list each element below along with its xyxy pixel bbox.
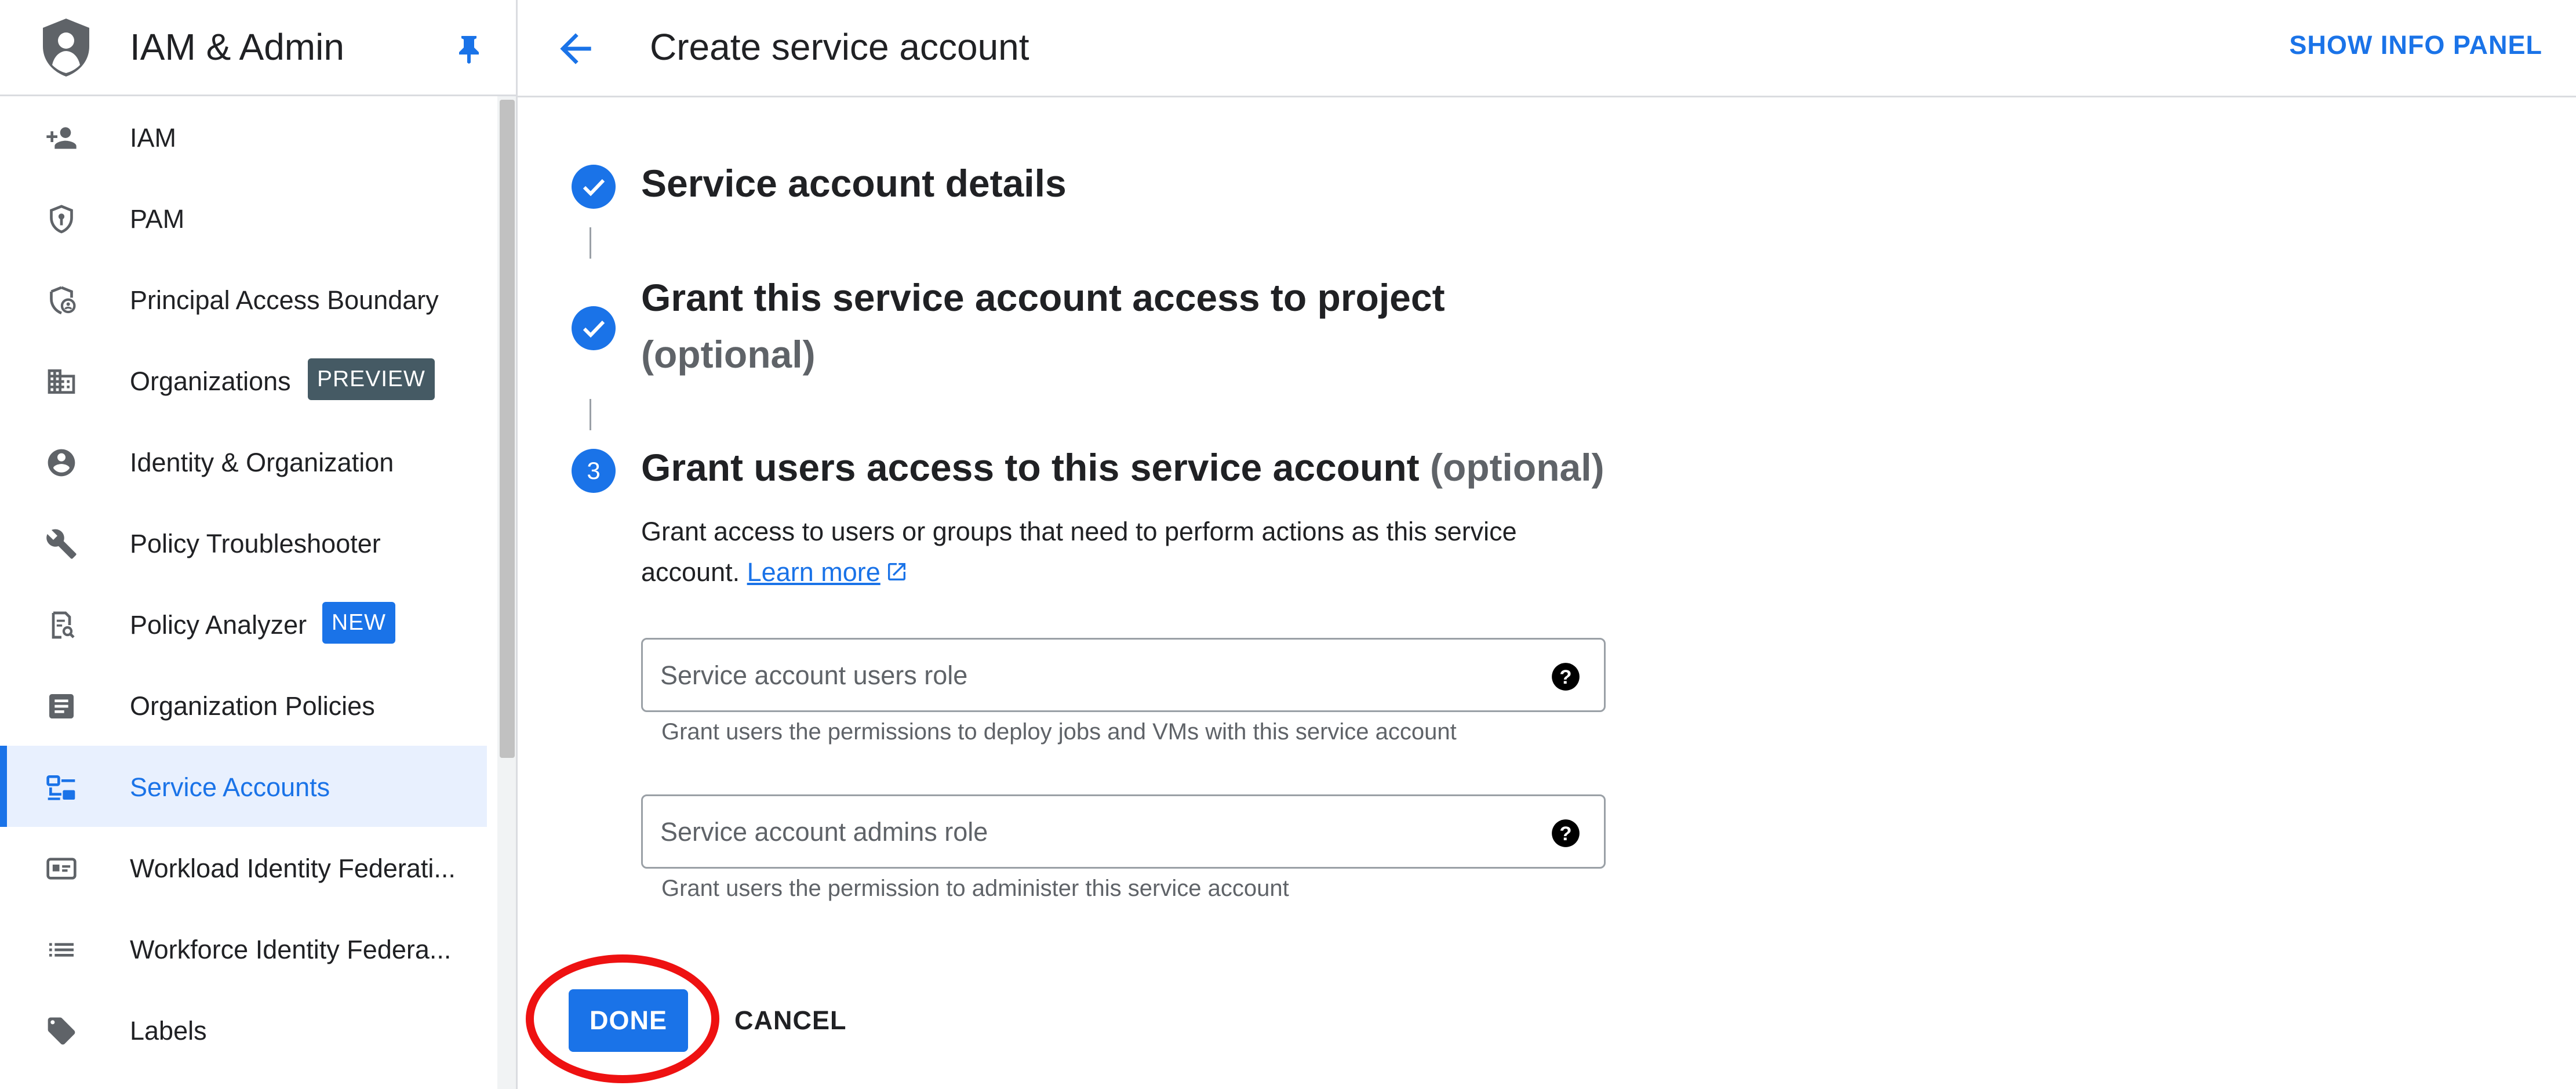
sidebar-item-label: IAM: [130, 123, 177, 153]
sidebar-item-organizations[interactable]: Organizations PREVIEW: [0, 340, 487, 421]
list-document-icon: [45, 690, 78, 723]
sidebar-item-label: Policy Troubleshooter: [130, 529, 381, 558]
admins-role-hint: Grant users the permission to administer…: [661, 876, 1289, 901]
shield-key-icon: [45, 203, 78, 235]
sidebar-item-identity-organization[interactable]: Identity & Organization: [0, 421, 487, 502]
step-2-title[interactable]: Grant this service account access to pro…: [641, 275, 1445, 320]
external-link-icon: [887, 563, 905, 580]
app-title: IAM & Admin: [130, 26, 344, 68]
building-icon: [45, 365, 78, 398]
sidebar-item-policy-analyzer[interactable]: Policy Analyzer NEW: [0, 583, 487, 665]
sidebar-item-label: Organization Policies: [130, 691, 375, 721]
arrow-back-icon[interactable]: [552, 26, 599, 72]
list-icon: [45, 934, 78, 966]
shield-person-icon: [45, 284, 78, 317]
sidebar-item-workforce-identity-federation[interactable]: Workforce Identity Federa...: [0, 908, 487, 989]
step-3-optional-label: (optional): [1429, 446, 1604, 489]
step-connector: [590, 399, 591, 430]
help-icon[interactable]: ?: [1551, 662, 1581, 692]
sidebar-item-label: Service Accounts: [130, 772, 330, 802]
wrench-icon: [45, 528, 78, 560]
help-icon[interactable]: ?: [1551, 818, 1581, 848]
sidebar-item-label: Identity & Organization: [130, 448, 394, 477]
step-3-title-text: Grant users access to this service accou…: [641, 446, 1420, 489]
learn-more-link[interactable]: Learn more: [747, 557, 908, 587]
step-1-title[interactable]: Service account details: [641, 161, 1067, 205]
sidebar-item-label: Policy Analyzer: [130, 610, 307, 640]
done-button[interactable]: DONE: [569, 989, 688, 1052]
sidebar-item-labels[interactable]: Labels: [0, 989, 487, 1070]
new-badge: NEW: [322, 602, 395, 644]
sidebar-item-principal-access-boundary[interactable]: Principal Access Boundary: [0, 259, 487, 340]
sidebar-item-label: Labels: [130, 1016, 207, 1046]
account-circle-icon: [45, 447, 78, 479]
create-service-account-stepper: Service account details Grant this servi…: [518, 97, 2576, 1089]
id-card-icon: [45, 852, 78, 885]
svg-text:?: ?: [1559, 666, 1571, 688]
sidebar-item-label: Principal Access Boundary: [130, 285, 439, 315]
sidebar-item-policy-troubleshooter[interactable]: Policy Troubleshooter: [0, 502, 487, 583]
sidebar-nav: IAM PAM Principal Access Boundary Organi…: [0, 96, 487, 1070]
step-2-optional-label: (optional): [641, 333, 816, 376]
service-account-admins-role-input[interactable]: [659, 796, 1519, 868]
person-add-icon: [45, 122, 78, 154]
sidebar-item-label: PAM: [130, 204, 185, 234]
sidebar-item-organization-policies[interactable]: Organization Policies: [0, 665, 487, 746]
step-complete-check-icon: [572, 165, 616, 209]
sidebar-item-label: Organizations: [130, 366, 291, 396]
pin-icon[interactable]: [456, 34, 482, 64]
sidebar-item-iam[interactable]: IAM: [0, 96, 487, 177]
sidebar-item-service-accounts[interactable]: Service Accounts: [0, 746, 487, 827]
sidebar-item-label: Workforce Identity Federa...: [130, 935, 452, 964]
step-connector: [590, 227, 591, 259]
step-3-title: Grant users access to this service accou…: [641, 445, 1604, 489]
step-complete-check-icon: [572, 306, 616, 350]
service-account-admins-role-field[interactable]: ?: [641, 794, 1606, 869]
sidebar: IAM & Admin IAM PAM Principal Access Bou…: [0, 0, 518, 1089]
cancel-button[interactable]: CANCEL: [734, 989, 847, 1052]
document-search-icon: [45, 609, 78, 641]
page-title: Create service account: [650, 26, 1029, 68]
tag-icon: [45, 1015, 78, 1047]
svg-text:?: ?: [1559, 823, 1571, 845]
page-header: Create service account SHOW INFO PANEL: [518, 0, 2576, 97]
users-role-hint: Grant users the permissions to deploy jo…: [661, 719, 1457, 745]
step-3-description: Grant access to users or groups that nee…: [641, 511, 1603, 593]
show-info-panel-button[interactable]: SHOW INFO PANEL: [2289, 30, 2542, 60]
service-account-icon: [45, 771, 78, 804]
sidebar-header: IAM & Admin: [0, 0, 516, 96]
sidebar-item-workload-identity-federation[interactable]: Workload Identity Federati...: [0, 827, 487, 908]
service-account-users-role-field[interactable]: ?: [641, 638, 1606, 712]
step-3-number: 3: [572, 449, 616, 493]
sidebar-item-label: Workload Identity Federati...: [130, 854, 456, 883]
service-account-users-role-input[interactable]: [659, 640, 1519, 712]
sidebar-scrollbar-thumb[interactable]: [500, 100, 515, 758]
sidebar-item-pam[interactable]: PAM: [0, 177, 487, 259]
iam-shield-logo: [43, 19, 89, 77]
preview-badge: PREVIEW: [308, 358, 435, 400]
